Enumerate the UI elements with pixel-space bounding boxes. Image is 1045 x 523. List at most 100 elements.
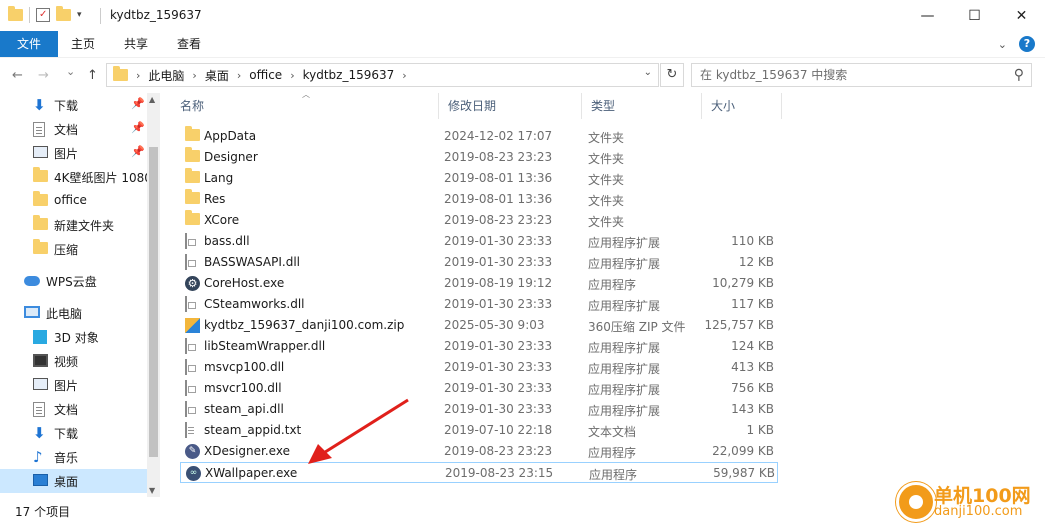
sidebar-item-this-pc[interactable]: 此电脑: [0, 301, 148, 325]
sidebar-item-pictures[interactable]: 图片: [0, 373, 148, 397]
up-button[interactable]: ↑: [87, 68, 98, 83]
tab-home[interactable]: 主页: [62, 31, 104, 57]
sidebar-item-label: 新建文件夹: [54, 219, 115, 233]
dll-icon: [185, 380, 187, 396]
table-row[interactable]: Lang 2019-08-01 13:36 文件夹: [180, 168, 778, 189]
close-button[interactable]: ✕: [998, 0, 1045, 31]
scroll-down-icon[interactable]: ▼: [149, 486, 155, 495]
sidebar-item-new-folder[interactable]: 新建文件夹: [0, 213, 148, 237]
table-row[interactable]: ⚙ CoreHost.exe 2019-08-19 19:12 应用程序 10,279 …: [180, 273, 778, 294]
expand-ribbon-icon[interactable]: ⌄: [998, 38, 1007, 51]
sidebar-item-videos[interactable]: 视频: [0, 349, 148, 373]
desktop-icon: [33, 474, 48, 486]
table-row[interactable]: AppData 2024-12-02 17:07 文件夹: [180, 126, 778, 147]
breadcrumb-item[interactable]: 桌面: [205, 67, 229, 84]
sidebar-item-office[interactable]: office: [0, 189, 148, 213]
minimize-button[interactable]: —: [904, 0, 951, 31]
download-icon: ⬇: [33, 96, 46, 114]
folder-icon: [185, 168, 200, 183]
search-placeholder: 在 kydtbz_159637 中搜索: [700, 68, 848, 82]
properties-icon[interactable]: ✓: [36, 8, 50, 22]
chevron-right-icon: ›: [402, 68, 407, 82]
pin-icon: 📌: [131, 97, 145, 110]
table-row[interactable]: Designer 2019-08-23 23:23 文件夹: [180, 147, 778, 168]
tab-share[interactable]: 共享: [115, 31, 157, 57]
table-row[interactable]: CSteamworks.dll 2019-01-30 23:33 应用程序扩展 117…: [180, 294, 778, 315]
table-row[interactable]: XCore 2019-08-23 23:23 文件夹: [180, 210, 778, 231]
table-row[interactable]: libSteamWrapper.dll 2019-01-30 23:33 应用程序扩…: [180, 336, 778, 357]
table-row[interactable]: msvcr100.dll 2019-01-30 23:33 应用程序扩展 756 KB: [180, 378, 778, 399]
chevron-right-icon: ›: [192, 68, 197, 82]
sidebar-item-pictures-pinned[interactable]: 图片 📌: [0, 141, 148, 165]
recent-locations-button[interactable]: ⌄: [66, 65, 75, 78]
sidebar-item-documents[interactable]: 文档: [0, 397, 148, 421]
dll-icon: [185, 296, 187, 312]
sidebar-item-desktop[interactable]: 桌面: [0, 469, 148, 493]
folder-icon: [185, 126, 200, 141]
sidebar-item-label: 下载: [54, 99, 79, 113]
breadcrumb-item[interactable]: kydtbz_159637: [303, 68, 395, 82]
refresh-button[interactable]: ↻: [660, 63, 684, 87]
sidebar-item-4k-wallpapers[interactable]: 4K壁纸图片 1080: [0, 165, 148, 189]
scroll-up-icon[interactable]: ▲: [149, 95, 155, 104]
document-icon: [33, 402, 45, 417]
breadcrumb-item[interactable]: office: [249, 68, 282, 82]
sidebar-item-label: WPS云盘: [46, 275, 97, 289]
sidebar-scrollbar[interactable]: ▲ ▼: [147, 93, 160, 497]
search-input[interactable]: 在 kydtbz_159637 中搜索 ⚲: [691, 63, 1032, 87]
folder-icon: [185, 189, 200, 204]
watermark-plus-icon: [896, 482, 936, 522]
sidebar-item-label: 音乐: [54, 451, 79, 465]
folder-icon: [33, 215, 48, 230]
table-row[interactable]: steam_appid.txt 2019-07-10 22:18 文本文档 1 KB: [180, 420, 778, 441]
chevron-right-icon: ›: [136, 68, 141, 82]
search-icon: ⚲: [1013, 67, 1024, 83]
tab-file[interactable]: 文件: [0, 31, 58, 57]
table-row[interactable]: steam_api.dll 2019-01-30 23:33 应用程序扩展 143 K…: [180, 399, 778, 420]
forward-button[interactable]: →: [38, 68, 49, 83]
ribbon-tabs: 文件 主页 共享 查看 ⌄ ?: [0, 31, 1045, 57]
sidebar-item-label: 视频: [54, 355, 79, 369]
new-folder-icon[interactable]: [56, 6, 71, 21]
address-bar[interactable]: › 此电脑 › 桌面 › office › kydtbz_159637 › ⌄: [106, 63, 659, 87]
folder-icon: [185, 210, 200, 225]
breadcrumb-item[interactable]: 此电脑: [148, 67, 184, 84]
column-header-size[interactable]: 大小: [701, 93, 781, 119]
xdesigner-icon: ✎: [185, 444, 200, 459]
table-row[interactable]: kydtbz_159637_danji100.com.zip 2025-05-30…: [180, 315, 778, 336]
table-row[interactable]: bass.dll 2019-01-30 23:33 应用程序扩展 110 KB: [180, 231, 778, 252]
back-button[interactable]: ←: [12, 68, 23, 83]
table-row[interactable]: msvcp100.dll 2019-01-30 23:33 应用程序扩展 413 KB: [180, 357, 778, 378]
sidebar-item-label: 压缩: [54, 243, 79, 257]
sidebar-item-label: 此电脑: [46, 307, 83, 321]
xwallpaper-icon: ∞: [186, 466, 201, 481]
sidebar-item-wps-cloud[interactable]: WPS云盘: [0, 269, 148, 293]
zip-icon: [185, 318, 200, 333]
sidebar-item-label: 4K壁纸图片 1080: [54, 171, 148, 185]
address-dropdown-icon[interactable]: ⌄: [644, 67, 652, 78]
sidebar-item-3d-objects[interactable]: 3D 对象: [0, 325, 148, 349]
table-row[interactable]: Res 2019-08-01 13:36 文件夹: [180, 189, 778, 210]
sidebar-item-compressed[interactable]: 压缩: [0, 237, 148, 261]
help-icon[interactable]: ?: [1019, 36, 1035, 52]
maximize-button[interactable]: ☐: [951, 0, 998, 31]
tab-view[interactable]: 查看: [168, 31, 210, 57]
address-row: ← → ⌄ ↑ › 此电脑 › 桌面 › office › kydtbz_159…: [0, 57, 1045, 93]
column-header-date[interactable]: 修改日期: [438, 93, 581, 119]
cloud-icon: [24, 276, 40, 286]
table-row[interactable]: BASSWASAPI.dll 2019-01-30 23:33 应用程序扩展 12 K…: [180, 252, 778, 273]
sidebar-item-documents-pinned[interactable]: 文档 📌: [0, 117, 148, 141]
customize-toolbar-icon[interactable]: ▾: [77, 10, 82, 20]
scrollbar-thumb[interactable]: [149, 147, 158, 457]
column-header-name[interactable]: 名称: [170, 93, 438, 119]
table-row[interactable]: ✎ XDesigner.exe 2019-08-23 23:23 应用程序 22,099…: [180, 441, 778, 462]
folder-icon: [33, 239, 48, 254]
sidebar-item-music[interactable]: ♪ 音乐: [0, 445, 148, 469]
table-row-selected[interactable]: ∞ XWallpaper.exe 2019-08-23 23:15 应用程序 59,98…: [180, 462, 778, 483]
sidebar-item-downloads-pinned[interactable]: ⬇ 下载 📌: [0, 93, 148, 117]
sidebar-item-downloads[interactable]: ⬇ 下载: [0, 421, 148, 445]
column-header-type[interactable]: 类型: [581, 93, 701, 119]
document-icon: [33, 122, 45, 137]
dll-icon: [185, 401, 187, 417]
chevron-right-icon: ›: [236, 68, 242, 82]
